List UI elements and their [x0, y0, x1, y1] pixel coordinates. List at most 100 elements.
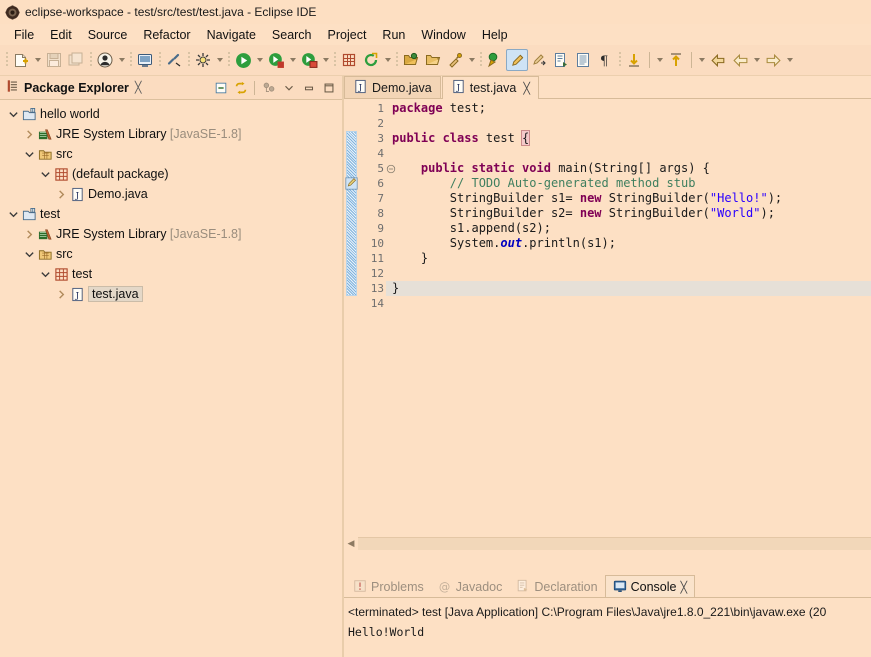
code-line[interactable]: StringBuilder s2= new StringBuilder("Wor…: [386, 206, 871, 221]
menu-edit[interactable]: Edit: [42, 26, 80, 44]
chevron-down-icon[interactable]: [22, 249, 36, 260]
pilcrow-icon[interactable]: ¶: [594, 49, 616, 71]
code-line[interactable]: [386, 266, 871, 281]
refresh-icon[interactable]: [360, 49, 382, 71]
chevron-right-icon[interactable]: [54, 189, 68, 200]
coverage-dropdown-icon[interactable]: [320, 49, 331, 71]
next-edit-dropdown-icon[interactable]: [696, 49, 707, 71]
debug-dropdown-icon[interactable]: [287, 49, 298, 71]
show-whitespace-icon[interactable]: [572, 49, 594, 71]
scroll-left-icon[interactable]: ◀: [344, 538, 358, 549]
annotate-icon[interactable]: [506, 49, 528, 71]
focus-on-active-task-icon[interactable]: [259, 78, 278, 97]
new-package-icon[interactable]: [338, 49, 360, 71]
close-icon[interactable]: ╳: [680, 581, 687, 594]
new-wizard-icon[interactable]: [10, 49, 32, 71]
maximize-icon[interactable]: [319, 78, 338, 97]
next-edit-icon[interactable]: [665, 49, 687, 71]
chevron-down-icon[interactable]: [6, 109, 20, 120]
link-with-editor-icon[interactable]: [231, 78, 250, 97]
previous-edit-dropdown-icon[interactable]: [654, 49, 665, 71]
refresh-dropdown-icon[interactable]: [382, 49, 393, 71]
tree-item-test-project[interactable]: test: [0, 204, 342, 224]
open-type-icon[interactable]: [400, 49, 422, 71]
code-line[interactable]: [386, 146, 871, 161]
menu-refactor[interactable]: Refactor: [135, 26, 198, 44]
tab-javadoc[interactable]: @ Javadoc: [431, 576, 510, 598]
search-dropdown-icon[interactable]: [466, 49, 477, 71]
tree-item-jre-system-library-1[interactable]: JRE System Library [JavaSE-1.8]: [0, 124, 342, 144]
editor-tab-demo[interactable]: J Demo.java: [344, 76, 441, 99]
code-line[interactable]: [386, 296, 871, 311]
editor-horizontal-scrollbar[interactable]: ◀: [344, 536, 871, 550]
chevron-down-icon[interactable]: [22, 149, 36, 160]
forward-icon[interactable]: [762, 49, 784, 71]
close-icon[interactable]: ╳: [523, 82, 530, 95]
debug-icon[interactable]: [265, 49, 287, 71]
menu-project[interactable]: Project: [320, 26, 375, 44]
run-icon[interactable]: [232, 49, 254, 71]
code-line[interactable]: StringBuilder s1= new StringBuilder("Hel…: [386, 191, 871, 206]
back-history-icon[interactable]: [707, 49, 729, 71]
package-explorer-tab[interactable]: Package Explorer ╳: [0, 79, 142, 96]
code-line[interactable]: System.out.println(s1);: [386, 236, 871, 251]
menu-file[interactable]: File: [6, 26, 42, 44]
link-break-icon[interactable]: [163, 49, 185, 71]
source-code[interactable]: package test; public class test { public…: [386, 99, 871, 550]
build-dropdown-icon[interactable]: [214, 49, 225, 71]
forward-dropdown-icon[interactable]: [784, 49, 795, 71]
next-annotation-icon[interactable]: [528, 49, 550, 71]
tree-item-hello-world[interactable]: hello world: [0, 104, 342, 124]
chevron-down-icon[interactable]: [38, 269, 52, 280]
tab-console[interactable]: Console ╳: [604, 575, 696, 599]
tree-item-src-1[interactable]: src: [0, 144, 342, 164]
code-line[interactable]: package test;: [386, 101, 871, 116]
tab-problems[interactable]: Problems: [346, 576, 431, 598]
close-icon[interactable]: ╳: [135, 81, 142, 94]
chevron-right-icon[interactable]: [54, 289, 68, 300]
editor-tab-test[interactable]: Jtest.java ╳: [441, 76, 539, 100]
chevron-right-icon[interactable]: [22, 229, 36, 240]
coverage-icon[interactable]: [298, 49, 320, 71]
chevron-right-icon[interactable]: [22, 129, 36, 140]
tree-item-src-2[interactable]: src: [0, 244, 342, 264]
view-menu-icon[interactable]: [279, 78, 298, 97]
save-all-icon[interactable]: [65, 49, 87, 71]
tab-declaration[interactable]: Declaration: [509, 576, 604, 598]
marker-ruler[interactable]: [344, 99, 358, 550]
code-line[interactable]: }: [386, 251, 871, 266]
menu-search[interactable]: Search: [264, 26, 320, 44]
tree-item-demo-java[interactable]: J Demo.java: [0, 184, 342, 204]
code-editor[interactable]: 1 2 3 4 5 6 7 8 9 10 11 12 13 14 package test; public…: [344, 99, 871, 550]
menu-help[interactable]: Help: [474, 26, 516, 44]
pin-icon[interactable]: [484, 49, 506, 71]
minimize-icon[interactable]: [299, 78, 318, 97]
code-line[interactable]: // TODO Auto-generated method stub: [386, 176, 871, 191]
menu-window[interactable]: Window: [413, 26, 473, 44]
chevron-down-icon[interactable]: [6, 209, 20, 220]
run-dropdown-icon[interactable]: [254, 49, 265, 71]
code-line[interactable]: public static void main(String[] args) {: [386, 161, 871, 176]
tree-item-test-java[interactable]: Jtest.java: [0, 284, 342, 304]
search-icon[interactable]: [444, 49, 466, 71]
code-line[interactable]: }: [386, 281, 871, 296]
console-view[interactable]: <terminated> test [Java Application] C:\…: [344, 598, 871, 657]
build-icon[interactable]: [192, 49, 214, 71]
toggle-mark-icon[interactable]: [550, 49, 572, 71]
code-line[interactable]: [386, 116, 871, 131]
collapse-all-icon[interactable]: [211, 78, 230, 97]
chevron-down-icon[interactable]: [38, 169, 52, 180]
menu-run[interactable]: Run: [374, 26, 413, 44]
open-task-icon[interactable]: [422, 49, 444, 71]
person-dropdown-icon[interactable]: [116, 49, 127, 71]
previous-edit-icon[interactable]: [623, 49, 645, 71]
menu-navigate[interactable]: Navigate: [199, 26, 264, 44]
save-icon[interactable]: [43, 49, 65, 71]
code-line[interactable]: s1.append(s2);: [386, 221, 871, 236]
tree-item-default-package[interactable]: (default package): [0, 164, 342, 184]
tree-item-jre-system-library-2[interactable]: JRE System Library [JavaSE-1.8]: [0, 224, 342, 244]
code-line[interactable]: public class test {: [386, 130, 871, 146]
back-icon[interactable]: [729, 49, 751, 71]
back-dropdown-icon[interactable]: [751, 49, 762, 71]
menu-source[interactable]: Source: [80, 26, 136, 44]
